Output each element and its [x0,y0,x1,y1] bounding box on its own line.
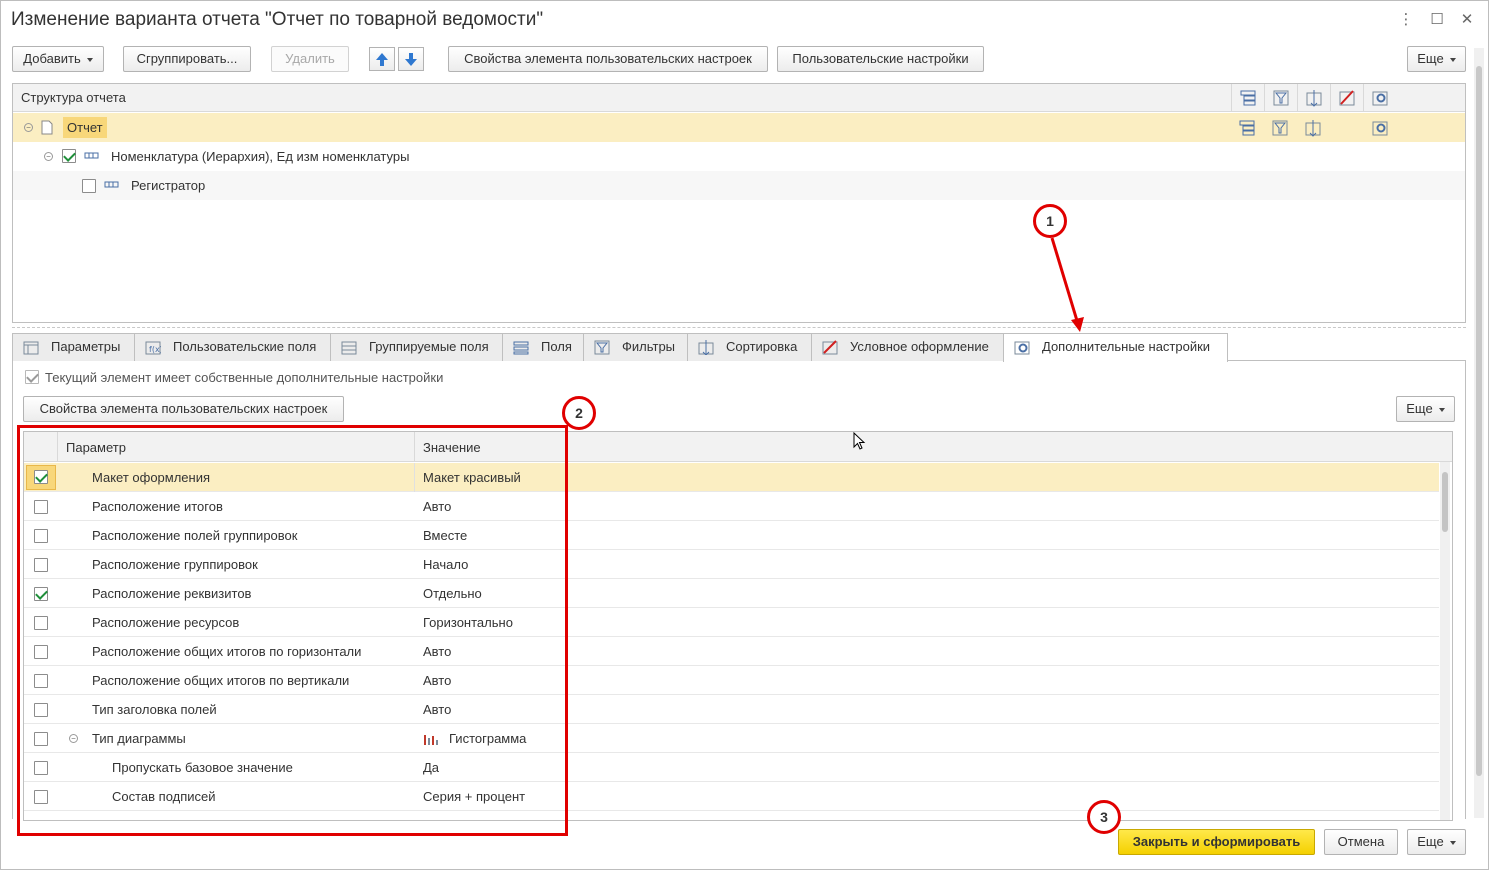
tab-label: Группируемые поля [369,339,489,354]
row-checkbox[interactable] [62,149,76,163]
tab-custom-fields[interactable]: f(x) Пользовательские поля [134,333,331,361]
filter-icon [1272,120,1288,136]
filter-icon [1273,90,1289,106]
more-button-2[interactable]: Еще [1396,396,1455,422]
groupings-icon [1239,120,1255,136]
own-settings-label: Текущий элемент имеет собственные дополн… [45,370,444,385]
annotation-arrow [1050,237,1084,332]
tree-header: Структура отчета [13,84,1465,112]
tree-row-report[interactable]: − Отчет [13,113,1465,142]
groupings-icon [1240,90,1256,106]
tab-conditional-format[interactable]: Условное оформление [811,333,1004,361]
tab-sort[interactable]: Сортировка [687,333,812,361]
annotation-highlight-box [17,425,568,836]
close-and-generate-button[interactable]: Закрыть и сформировать [1118,829,1315,855]
cancel-button[interactable]: Отмена [1324,829,1398,855]
tree-col-extra[interactable] [1363,84,1396,112]
tree-row-label: Номенклатура (Иерархия), Ед изм номенкла… [111,149,410,164]
arrow-down-icon [405,53,417,66]
more-button-3[interactable]: Еще [1407,829,1466,855]
collapse-icon[interactable]: − [24,123,33,132]
annotation-marker-1: 1 [1033,204,1067,238]
splitter[interactable] [12,327,1466,328]
tab-parameters[interactable]: Параметры [12,333,135,361]
tab-label: Пользовательские поля [173,339,317,354]
dropdown-caret-icon [86,57,93,62]
dropdown-caret-icon [1449,840,1456,845]
maximize-icon[interactable]: ☐ [1427,10,1447,30]
tab-grouping-fields[interactable]: Группируемые поля [330,333,503,361]
svg-text:f(x): f(x) [149,345,161,354]
tree-col-sort[interactable] [1297,84,1330,112]
more-button[interactable]: Еще [1407,46,1466,72]
tab-label: Поля [541,339,572,354]
collapse-icon[interactable]: − [44,152,53,161]
close-icon[interactable]: ✕ [1457,10,1477,30]
filter-icon [594,340,610,355]
more-button-label: Еще [1417,834,1444,849]
move-down-button[interactable] [398,47,424,71]
window-title: Изменение варианта отчета "Отчет по това… [11,9,544,30]
tab-fields[interactable]: Поля [502,333,584,361]
annotation-marker-3: 3 [1087,800,1121,834]
item-properties-button[interactable]: Свойства элемента пользовательских настр… [448,46,768,72]
tree-row-registrar[interactable]: Регистратор [13,171,1465,200]
custom-fields-icon: f(x) [145,341,161,355]
tab-label: Условное оформление [850,339,989,354]
tree-col-filters[interactable] [1264,84,1297,112]
arrow-up-icon [376,53,388,66]
user-settings-button[interactable]: Пользовательские настройки [777,46,984,72]
tree-header-label: Структура отчета [21,90,126,105]
add-button-label: Добавить [23,51,81,66]
dropdown-caret-icon [1449,57,1456,62]
tab-label: Фильтры [622,339,676,354]
document-icon [41,120,53,135]
dropdown-caret-icon [1438,407,1445,412]
more-menu-icon[interactable]: ⋮ [1396,10,1416,30]
grouping-fields-icon [341,341,357,355]
scrollbar-thumb[interactable] [1442,472,1448,532]
move-up-button[interactable] [369,47,395,71]
tree-row-label: Регистратор [131,178,206,193]
window-scrollbar[interactable] [1474,48,1484,818]
delete-button[interactable]: Удалить [271,46,349,72]
sort-icon [1306,90,1322,107]
add-button[interactable]: Добавить [12,46,104,72]
report-structure-tree[interactable]: Структура отчета − Отчет − Номенклатура … [12,83,1466,323]
more-button-label: Еще [1417,51,1444,66]
mouse-cursor-icon [853,432,866,450]
settings-tabs: Параметры f(x) Пользовательские поля Гру… [12,333,1466,362]
tab-filters[interactable]: Фильтры [583,333,688,361]
item-properties-button-2[interactable]: Свойства элемента пользовательских настр… [23,396,344,422]
sort-icon [1305,120,1321,137]
extra-settings-icon [1014,341,1030,355]
tree-col-conditional[interactable] [1330,84,1363,112]
more-button-label: Еще [1406,401,1433,416]
tab-label: Дополнительные настройки [1042,339,1211,354]
grid-scrollbar[interactable] [1440,462,1450,820]
tab-label: Сортировка [726,339,798,354]
scrollbar-thumb[interactable] [1476,66,1482,776]
annotation-marker-2: 2 [562,396,596,430]
tree-col-groupings[interactable] [1231,84,1264,112]
sort-icon [698,340,714,355]
conditional-format-icon [822,340,838,355]
group-button[interactable]: Сгруппировать... [123,46,251,72]
row-checkbox[interactable] [82,179,96,193]
conditional-format-icon [1339,90,1355,106]
tab-extra-settings[interactable]: Дополнительные настройки [1003,333,1228,362]
tree-row-nomenclature[interactable]: − Номенклатура (Иерархия), Ед изм номенк… [13,142,1465,171]
own-settings-checkbox[interactable] [25,370,39,384]
extra-settings-icon [1372,121,1388,136]
tab-label: Параметры [51,339,121,354]
parameters-icon [23,341,39,355]
extra-settings-icon [1372,91,1388,106]
grouping-row-icon [84,152,99,159]
tree-row-label: Отчет [63,117,107,138]
grouping-row-icon [104,181,119,188]
fields-icon [513,341,529,355]
